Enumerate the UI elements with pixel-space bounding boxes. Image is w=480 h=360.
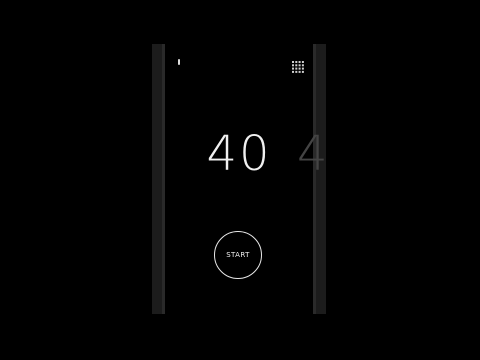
next-screen-peek-digit: 4 xyxy=(297,126,328,182)
grid-menu-icon[interactable] xyxy=(292,58,304,73)
counter-display: 40 xyxy=(206,126,272,182)
status-mark-icon xyxy=(178,59,180,65)
start-button[interactable]: START xyxy=(214,231,262,279)
left-device-bezel xyxy=(152,44,162,314)
app-screen: 40 START xyxy=(165,44,313,314)
